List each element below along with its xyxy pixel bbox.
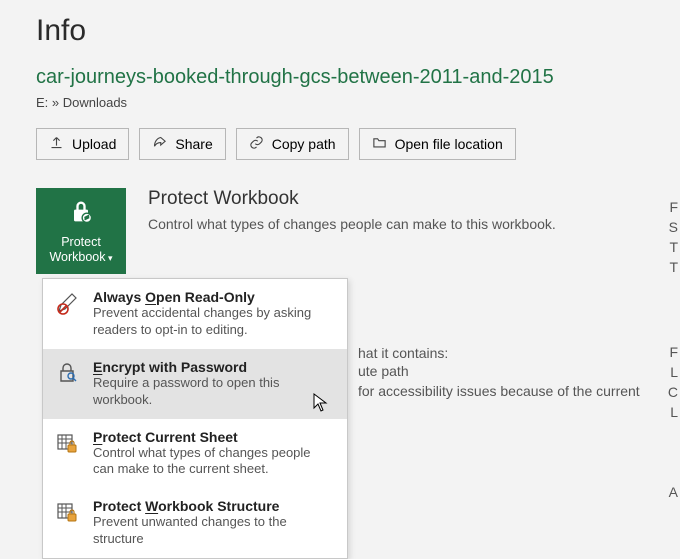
copy-path-button[interactable]: Copy path	[236, 128, 349, 160]
edge-letter: S	[669, 219, 678, 235]
protect-workbook-button-label: Protect Workbook ▾	[36, 235, 126, 265]
sheet-lock-icon	[55, 429, 81, 479]
pencil-no-icon	[55, 289, 81, 339]
grid-lock-icon	[55, 498, 81, 548]
file-name: car-journeys-booked-through-gcs-between-…	[36, 66, 644, 89]
edge-letter: L	[670, 404, 678, 420]
page-title: Info	[36, 14, 644, 48]
edge-letter: C	[668, 384, 678, 400]
lock-search-icon	[55, 359, 81, 409]
open-location-button[interactable]: Open file location	[359, 128, 516, 160]
open-location-label: Open file location	[395, 136, 503, 152]
edge-letter: A	[669, 484, 678, 500]
menu-item-read-only-desc: Prevent accidental changes by asking rea…	[93, 305, 333, 339]
protect-section-title: Protect Workbook	[148, 188, 556, 210]
link-icon	[249, 135, 264, 153]
action-row: Upload Share Copy path Open file locatio…	[36, 128, 644, 160]
share-button[interactable]: Share	[139, 128, 225, 160]
menu-item-encrypt-title: Encrypt with Password	[93, 359, 333, 375]
upload-icon	[49, 135, 64, 153]
menu-item-protect-sheet-desc: Control what types of changes people can…	[93, 445, 333, 479]
menu-item-read-only[interactable]: Always Open Read-Only Prevent accidental…	[43, 279, 347, 349]
background-text-line2: ute path	[358, 363, 409, 379]
menu-item-encrypt[interactable]: Encrypt with Password Require a password…	[43, 349, 347, 419]
copy-path-label: Copy path	[272, 136, 336, 152]
folder-icon	[372, 135, 387, 153]
menu-item-read-only-title: Always Open Read-Only	[93, 289, 333, 305]
edge-letter: F	[669, 344, 678, 360]
edge-letter: T	[669, 259, 678, 275]
protect-section-desc: Control what types of changes people can…	[148, 216, 556, 232]
background-text-line1: hat it contains:	[358, 345, 448, 361]
background-text-line3: for accessibility issues because of the …	[358, 383, 640, 399]
menu-item-protect-structure-desc: Prevent unwanted changes to the structur…	[93, 514, 333, 548]
menu-item-protect-sheet[interactable]: Protect Current Sheet Control what types…	[43, 419, 347, 489]
breadcrumb: E: » Downloads	[36, 95, 644, 110]
upload-label: Upload	[72, 136, 116, 152]
protect-workbook-section: Protect Workbook ▾ Protect Workbook Cont…	[36, 188, 644, 274]
menu-item-protect-sheet-title: Protect Current Sheet	[93, 429, 333, 445]
edge-letter: L	[670, 364, 678, 380]
edge-letter: F	[669, 199, 678, 215]
menu-item-protect-structure[interactable]: Protect Workbook Structure Prevent unwan…	[43, 488, 347, 558]
menu-item-protect-structure-title: Protect Workbook Structure	[93, 498, 333, 514]
edge-letter: T	[669, 239, 678, 255]
share-label: Share	[175, 136, 212, 152]
share-icon	[152, 135, 167, 153]
menu-item-encrypt-desc: Require a password to open this workbook…	[93, 375, 333, 409]
chevron-down-icon: ▾	[106, 253, 113, 263]
upload-button[interactable]: Upload	[36, 128, 129, 160]
protect-workbook-menu: Always Open Read-Only Prevent accidental…	[42, 278, 348, 559]
lock-icon	[67, 198, 95, 229]
protect-workbook-button[interactable]: Protect Workbook ▾	[36, 188, 126, 274]
